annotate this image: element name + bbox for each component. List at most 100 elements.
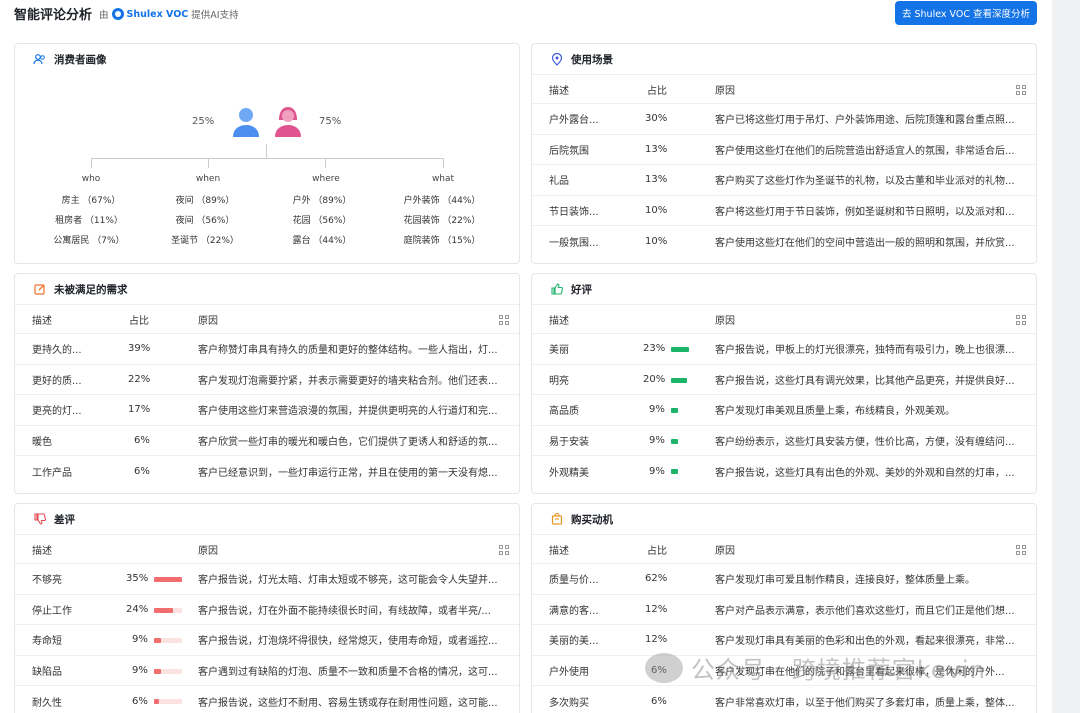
location-pin-icon — [550, 52, 563, 66]
table-row[interactable]: 户外露台... 30% 客户已将这些灯用于吊灯、户外装饰用途、后院顶篷和露台重点照.… — [532, 104, 1036, 135]
negative-bar — [154, 638, 161, 643]
tree-stem — [266, 144, 267, 158]
table-row[interactable]: 美丽 23% 客户报告说，甲板上的灯光很漂亮，独特而有吸引力，晚上也很漂... — [532, 334, 1036, 365]
female-avatar-icon — [274, 106, 302, 142]
row-pct: 35% — [126, 573, 149, 585]
row-pct: 6% — [134, 434, 150, 446]
positive-bar — [671, 377, 687, 383]
row-desc: 满意的客... — [549, 605, 599, 617]
table-row[interactable]: 多次购买 6% 客户非常喜欢灯串，以至于他们购买了多套灯串，质量上乘，整体... — [532, 686, 1036, 713]
table-row[interactable]: 耐久性 6% 客户报告说，这些灯不耐用、容易生锈或存在耐用性问题，这可能... — [15, 686, 519, 713]
persona-value: 花园 （56%） — [292, 216, 352, 226]
positive-header: 好评 — [532, 274, 1036, 304]
row-desc: 高品质 — [549, 406, 579, 418]
table-row[interactable]: 满意的客... 12% 客户对产品表示满意，表示他们喜欢这些灯，而且它们正是他们想.… — [532, 595, 1036, 625]
watermark-text: 公众号 · 跨境推荐官kevin — [691, 656, 986, 684]
row-pct: 23% — [643, 343, 666, 355]
row-desc: 易于安装 — [549, 436, 589, 448]
table-row[interactable]: 礼品 13% 客户购买了这些灯作为圣诞节的礼物，以及古董和毕业派对的礼物... — [532, 165, 1036, 196]
table-row[interactable]: 停止工作 24% 客户报告说，灯在外面不能持续很长时间，有线故障，或者半亮/... — [15, 595, 519, 625]
positive-bar — [671, 347, 689, 352]
row-desc: 美丽的美... — [549, 636, 599, 648]
row-reason: 客户对产品表示满意，表示他们喜欢这些灯，而且它们正是他们想... — [715, 605, 1015, 617]
row-reason: 客户遇到过有缺陷的灯泡、质量不一致和质量不合格的情况，这可... — [198, 666, 498, 678]
row-reason: 客户报告说，这些灯具有调光效果，比其他产品更亮，并提供良好... — [715, 375, 1015, 387]
negative-bar — [154, 607, 173, 613]
edit-icon — [33, 283, 46, 296]
motive-header: 购买动机 — [532, 504, 1036, 534]
row-pct: 30% — [645, 113, 668, 125]
table-row[interactable]: 工作产品 6% 客户已经意识到，一些灯串运行正常，并且在使用的第一天没有熄... — [15, 456, 519, 487]
positive-bar — [671, 438, 678, 444]
table-row[interactable]: 明亮 20% 客户报告说，这些灯具有调光效果，比其他产品更亮，并提供良好... — [532, 365, 1036, 395]
col-desc: 描述 — [32, 545, 52, 557]
grid-view-icon[interactable] — [499, 315, 509, 325]
table-row[interactable]: 更好的质... 22% 客户发现灯泡需要拧紧，并表示需要更好的墙夹粘合剂。他们还表.… — [15, 365, 519, 395]
row-pct: 9% — [649, 465, 665, 477]
male-percent: 25% — [192, 116, 215, 127]
table-row[interactable]: 寿命短 9% 客户报告说，灯泡烧坏得很快，经常熄灭，使用寿命短，或者遥控... — [15, 625, 519, 656]
table-row[interactable]: 更亮的灯... 17% 客户使用这些灯来营造浪漫的氛围，并提供更明亮的人行道灯和完.… — [15, 395, 519, 426]
scenes-card: 使用场景 描述 占比 原因 户外露台... 30% 客户已将这些灯用于吊灯、户外装饰… — [531, 43, 1037, 264]
motive-title: 购买动机 — [571, 513, 613, 526]
table-row[interactable]: 更持久的... 39% 客户称赞灯串具有持久的质量和更好的整体结构。一些人指出，灯.… — [15, 334, 519, 365]
persona-header: 消费者画像 — [15, 44, 519, 74]
tree-leg-where — [325, 158, 326, 168]
table-row[interactable]: 质量与价... 62% 客户发现灯串可爱且制作精良，连接良好，整体质量上乘。 — [532, 564, 1036, 595]
row-pct: 62% — [645, 573, 668, 585]
tree-leg-who — [91, 158, 92, 168]
row-reason: 客户使用这些灯在他们的空间中营造出一般的照明和氛围，并欣赏... — [715, 237, 1015, 249]
row-desc: 节日装饰... — [549, 206, 599, 218]
row-desc: 停止工作 — [32, 605, 72, 617]
table-row[interactable]: 缺陷品 9% 客户遇到过有缺陷的灯泡、质量不一致和质量不合格的情况，这可... — [15, 656, 519, 686]
table-row[interactable]: 一般氛围... 10% 客户使用这些灯在他们的空间中营造出一般的照明和氛围，并欣赏.… — [532, 226, 1036, 257]
unmet-title: 未被满足的需求 — [54, 283, 128, 296]
row-desc: 耐久性 — [32, 697, 62, 709]
table-row[interactable]: 外观精美 9% 客户报告说，这些灯具有出色的外观、美妙的外观和自然的灯串，... — [532, 456, 1036, 487]
powered-by: 由 Shulex VOC 提供AI支持 — [99, 7, 239, 21]
row-desc: 明亮 — [549, 375, 569, 387]
row-reason: 客户称赞灯串具有持久的质量和更好的整体结构。一些人指出，灯... — [198, 345, 498, 357]
persona-value: 花园装饰 （22%） — [403, 216, 481, 226]
col-reason: 原因 — [715, 315, 735, 327]
persona-value: 租房者 （11%） — [55, 216, 123, 226]
row-desc: 后院氛围 — [549, 145, 589, 157]
row-reason: 客户发现灯串具有美丽的色彩和出色的外观，看起来很漂亮，非常... — [715, 636, 1015, 648]
row-reason: 客户欣赏一些灯串的暖光和暖白色，它们提供了更诱人和舒适的氛... — [198, 436, 498, 448]
brand-name: Shulex VOC — [126, 8, 189, 20]
row-desc: 缺陷品 — [32, 666, 62, 678]
table-row[interactable]: 暖色 6% 客户欣赏一些灯串的暖光和暖白色，它们提供了更诱人和舒适的氛... — [15, 426, 519, 456]
negative-bar — [154, 699, 159, 704]
male-avatar-icon — [232, 106, 260, 142]
scenes-header: 使用场景 — [532, 44, 1036, 74]
grid-view-icon[interactable] — [1016, 545, 1026, 555]
col-desc: 描述 — [32, 315, 52, 327]
table-row[interactable]: 易于安装 9% 客户纷纷表示，这些灯具安装方便，性价比高，方便，没有缠结问... — [532, 426, 1036, 456]
deep-analysis-button[interactable]: 去 Shulex VOC 查看深度分析 — [895, 1, 1037, 25]
table-row[interactable]: 后院氛围 13% 客户使用这些灯在他们的后院营造出舒适宜人的氛围，非常适合后... — [532, 135, 1036, 165]
row-desc: 一般氛围... — [549, 237, 599, 249]
col-desc: 描述 — [549, 315, 569, 327]
watermark: 公众号 · 跨境推荐官kevin — [645, 650, 986, 685]
users-icon — [33, 53, 46, 66]
table-row[interactable]: 高品质 9% 客户发现灯串美观且质量上乘，布线精良，外观美观。 — [532, 395, 1036, 426]
negative-header: 差评 — [15, 504, 519, 534]
table-row[interactable]: 节日装饰... 10% 客户将这些灯用于节日装饰，例如圣诞树和节日照明，以及派对和.… — [532, 196, 1036, 226]
vertical-scrollbar[interactable] — [1052, 0, 1080, 713]
row-reason: 客户将这些灯用于节日装饰，例如圣诞树和节日照明，以及派对和... — [715, 206, 1015, 218]
table-row[interactable]: 不够亮 35% 客户报告说，灯光太暗、灯串太短或不够亮，这可能会令人失望并... — [15, 564, 519, 595]
col-reason: 原因 — [715, 85, 735, 97]
grid-view-icon[interactable] — [1016, 85, 1026, 95]
grid-view-icon[interactable] — [1016, 315, 1026, 325]
row-pct: 10% — [645, 204, 668, 216]
row-pct: 22% — [128, 373, 151, 385]
grid-view-icon[interactable] — [499, 545, 509, 555]
persona-value: 户外 （89%） — [292, 196, 352, 206]
shulex-logo-icon — [111, 8, 124, 20]
col-pct: 占比 — [129, 315, 149, 327]
row-reason: 客户使用这些灯在他们的后院营造出舒适宜人的氛围，非常适合后... — [715, 145, 1015, 157]
row-reason: 客户报告说，甲板上的灯光很漂亮，独特而有吸引力，晚上也很漂... — [715, 345, 1015, 357]
page: 智能评论分析 由 Shulex VOC 提供AI支持 去 Shulex VOC … — [0, 0, 1052, 713]
row-reason: 客户已将这些灯用于吊灯、户外装饰用途、后院顶篷和露台重点照... — [715, 115, 1015, 127]
scenes-title: 使用场景 — [571, 53, 613, 66]
